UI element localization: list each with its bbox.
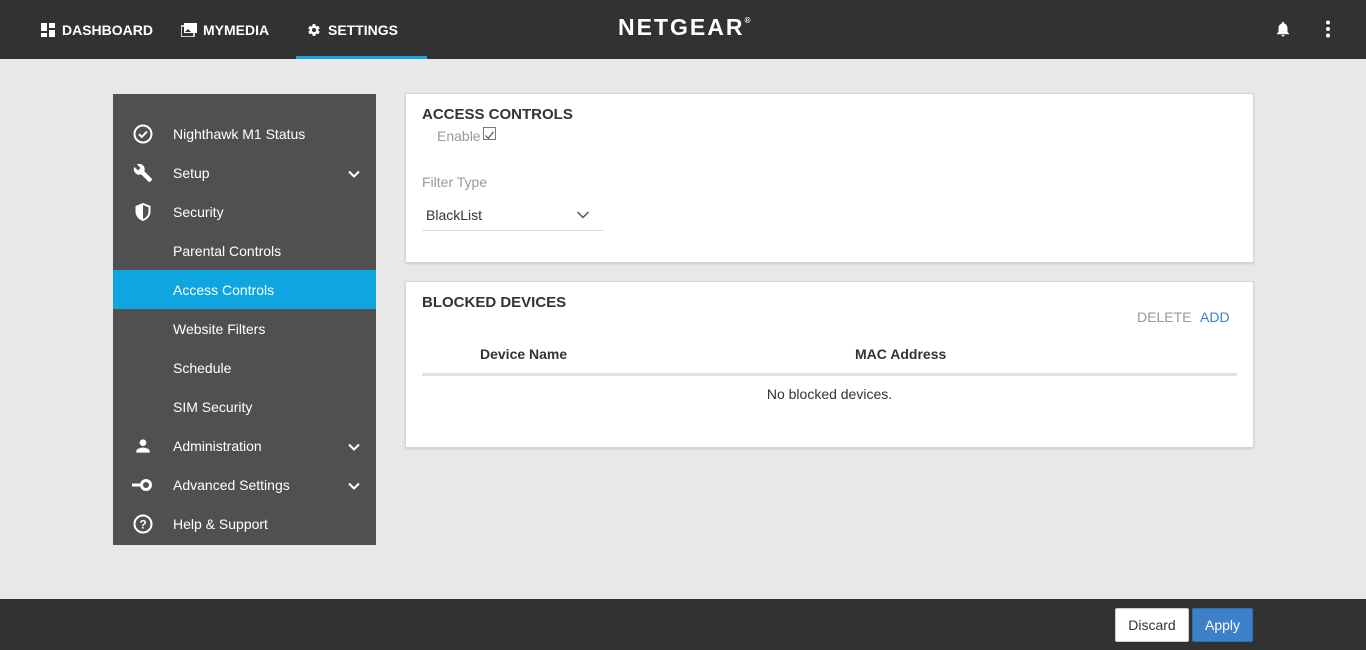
footer-bar: Discard Apply — [0, 599, 1366, 650]
chevron-down-icon[interactable] — [347, 440, 361, 454]
filter-type-select[interactable]: BlackList — [422, 197, 604, 231]
photos-icon — [181, 22, 197, 38]
sidebar-item-label: Schedule — [173, 359, 232, 376]
sidebar-item-label: Security — [173, 203, 224, 220]
svg-text:?: ? — [139, 518, 146, 532]
column-header-mac-address: MAC Address — [855, 346, 947, 362]
access-controls-panel: ACCESS CONTROLS Enable Filter Type Black… — [405, 93, 1254, 263]
sidebar: Nighthawk M1 Status Setup Security Paren… — [113, 94, 376, 545]
blocked-devices-title: BLOCKED DEVICES — [422, 294, 567, 311]
table-divider — [422, 373, 1237, 376]
chevron-down-icon — [576, 211, 590, 219]
enable-label: Enable — [437, 128, 481, 144]
bell-icon[interactable] — [1272, 18, 1294, 40]
check-circle-icon — [132, 123, 154, 145]
column-header-device-name: Device Name — [480, 346, 568, 362]
filter-type-label: Filter Type — [422, 174, 488, 190]
tab-dashboard[interactable]: DASHBOARD — [40, 0, 153, 59]
sidebar-item-security[interactable]: Security — [113, 192, 376, 231]
sidebar-item-access-controls[interactable]: Access Controls — [113, 270, 376, 309]
tab-settings-label: SETTINGS — [328, 21, 399, 38]
sidebar-item-parental-controls[interactable]: Parental Controls — [113, 231, 376, 270]
wrench-icon — [132, 162, 154, 184]
sidebar-item-label: Administration — [173, 437, 262, 454]
access-controls-title: ACCESS CONTROLS — [422, 106, 573, 123]
gear-icon — [306, 22, 322, 38]
top-bar: DASHBOARD MYMEDIA SETTINGS NETGEAR® — [0, 0, 1366, 59]
sidebar-item-administration[interactable]: Administration — [113, 426, 376, 465]
sidebar-item-label: Parental Controls — [173, 242, 282, 259]
sidebar-item-help-support[interactable]: ? Help & Support — [113, 504, 376, 543]
logo-registered-mark: ® — [744, 16, 751, 25]
shield-icon — [132, 201, 154, 223]
tab-dashboard-label: DASHBOARD — [62, 21, 153, 38]
apply-button[interactable]: Apply — [1192, 608, 1253, 642]
sidebar-item-setup[interactable]: Setup — [113, 153, 376, 192]
netgear-logo: NETGEAR® — [618, 14, 750, 41]
tab-settings[interactable]: SETTINGS — [295, 0, 428, 59]
sidebar-item-label: Website Filters — [173, 320, 266, 337]
delete-button[interactable]: DELETE — [1137, 309, 1191, 325]
enable-checkbox[interactable] — [483, 127, 496, 140]
help-circle-icon: ? — [132, 513, 154, 535]
add-button[interactable]: ADD — [1200, 309, 1230, 325]
check-icon — [485, 131, 494, 140]
sidebar-item-label: Access Controls — [173, 281, 275, 298]
empty-table-message: No blocked devices. — [766, 386, 893, 402]
logo-text: NETGEAR — [618, 14, 745, 40]
toggle-icon — [132, 474, 154, 496]
sidebar-item-label: SIM Security — [173, 398, 253, 415]
grid-icon — [40, 22, 56, 38]
filter-type-value: BlackList — [426, 207, 483, 223]
sidebar-item-label: Advanced Settings — [173, 476, 290, 493]
sidebar-item-sim-security[interactable]: SIM Security — [113, 387, 376, 426]
sidebar-item-label: Setup — [173, 164, 210, 181]
sidebar-item-website-filters[interactable]: Website Filters — [113, 309, 376, 348]
sidebar-item-status[interactable]: Nighthawk M1 Status — [113, 114, 376, 153]
tab-mymedia-label: MYMEDIA — [203, 21, 270, 38]
discard-button[interactable]: Discard — [1115, 608, 1189, 642]
person-icon — [132, 435, 154, 457]
chevron-down-icon[interactable] — [347, 479, 361, 493]
sidebar-item-advanced-settings[interactable]: Advanced Settings — [113, 465, 376, 504]
more-vert-icon[interactable] — [1317, 18, 1339, 40]
sidebar-item-label: Help & Support — [173, 515, 268, 532]
chevron-down-icon[interactable] — [347, 167, 361, 181]
tab-mymedia[interactable]: MYMEDIA — [181, 0, 269, 59]
blocked-devices-panel: BLOCKED DEVICES DELETE ADD Device Name M… — [405, 281, 1254, 448]
sidebar-item-schedule[interactable]: Schedule — [113, 348, 376, 387]
sidebar-item-label: Nighthawk M1 Status — [173, 125, 306, 142]
